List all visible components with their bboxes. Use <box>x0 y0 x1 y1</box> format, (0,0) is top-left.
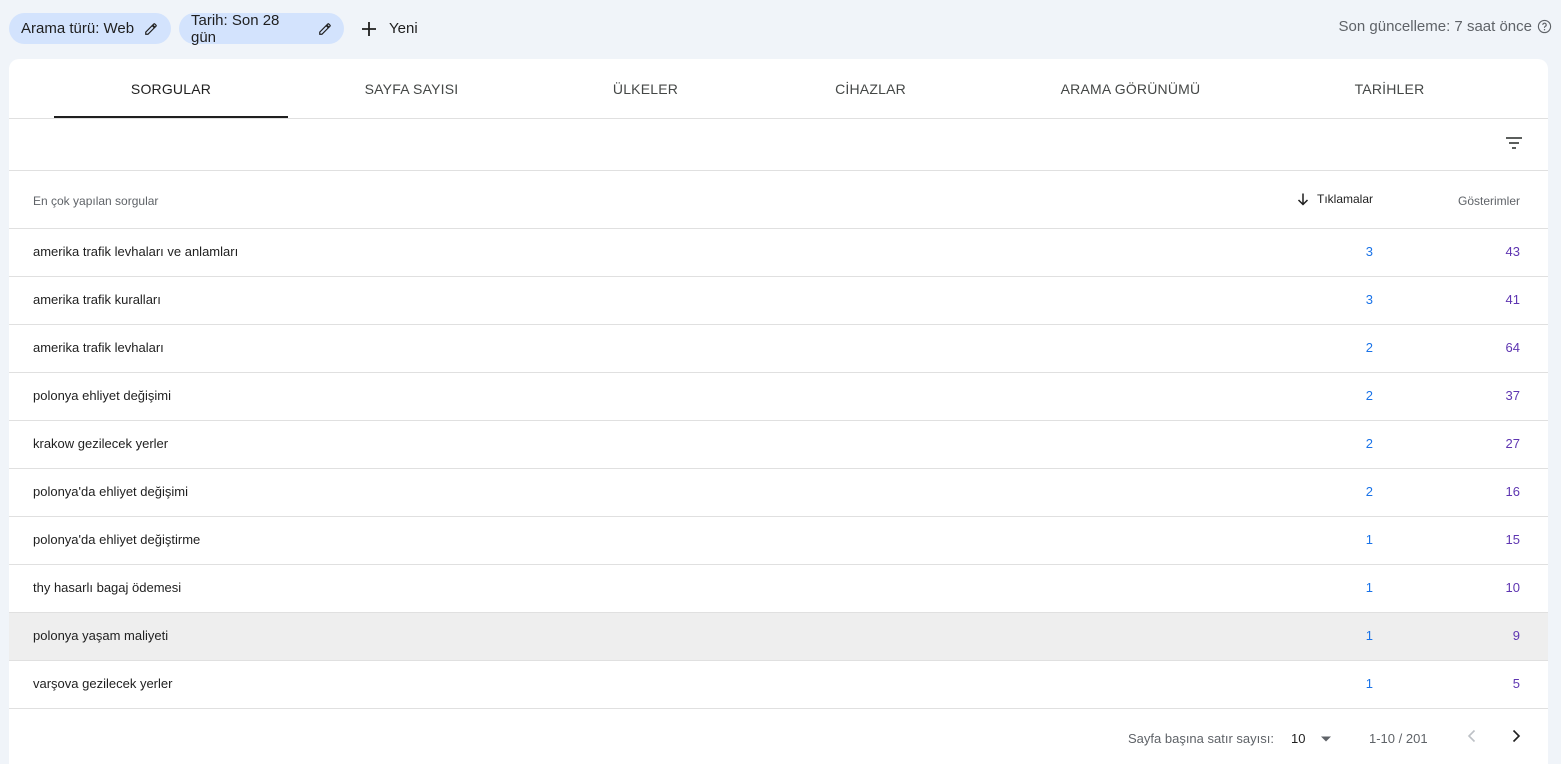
tab-queries[interactable]: SORGULAR <box>54 59 288 118</box>
impressions-cell: 16 <box>1505 484 1520 499</box>
filter-bar: Arama türü: Web Tarih: Son 28 gün Yeni S… <box>0 0 1561 56</box>
column-header-clicks[interactable]: Tıklamalar <box>1296 192 1373 206</box>
new-filter-label: Yeni <box>389 20 418 37</box>
pagination: Sayfa başına satır sayısı: 10 1-10 / 201 <box>9 709 1548 764</box>
tab-dates[interactable]: TARİHLER <box>1273 59 1506 118</box>
clicks-cell: 2 <box>1365 484 1373 499</box>
clicks-cell: 2 <box>1365 388 1373 403</box>
clicks-cell: 2 <box>1365 436 1373 451</box>
table-row-hovered[interactable]: polonya yaşam maliyeti 1 9 <box>9 613 1548 661</box>
query-cell: polonya'da ehliyet değişimi <box>33 484 188 499</box>
query-table-body: amerika trafik levhaları ve anlamları 3 … <box>9 229 1548 709</box>
impressions-cell: 15 <box>1505 532 1520 547</box>
chevron-right-icon[interactable] <box>1508 728 1524 744</box>
table-header: En çok yapılan sorgular Tıklamalar Göste… <box>9 171 1548 229</box>
column-header-query: En çok yapılan sorgular <box>33 194 159 208</box>
table-row[interactable]: polonya ehliyet değişimi 2 37 <box>9 373 1548 421</box>
impressions-cell: 37 <box>1505 388 1520 403</box>
filter-icon[interactable] <box>1504 133 1524 153</box>
query-cell: amerika trafik levhaları ve anlamları <box>33 244 239 259</box>
last-updated-text: Son güncelleme: 7 saat önce <box>1338 18 1532 35</box>
query-cell: amerika trafik kuralları <box>33 292 161 307</box>
impressions-cell: 5 <box>1512 676 1520 691</box>
rows-per-page-select[interactable]: 10 <box>1291 731 1305 746</box>
clicks-cell: 1 <box>1365 580 1373 595</box>
impressions-cell: 41 <box>1505 292 1520 307</box>
table-row[interactable]: amerika trafik kuralları 3 41 <box>9 277 1548 325</box>
tab-pages[interactable]: SAYFA SAYISI <box>295 59 528 118</box>
column-header-impressions[interactable]: Gösterimler <box>1458 194 1520 208</box>
impressions-cell: 27 <box>1505 436 1520 451</box>
table-row[interactable]: amerika trafik levhaları ve anlamları 3 … <box>9 229 1548 277</box>
query-cell: polonya'da ehliyet değiştirme <box>33 532 201 547</box>
table-row[interactable]: thy hasarlı bagaj ödemesi 1 10 <box>9 565 1548 613</box>
page-range: 1-10 / 201 <box>1369 731 1428 746</box>
table-toolbar <box>9 119 1548 171</box>
impressions-cell: 10 <box>1505 580 1520 595</box>
impressions-cell: 43 <box>1505 244 1520 259</box>
tab-search-appearance[interactable]: ARAMA GÖRÜNÜMÜ <box>1014 59 1247 118</box>
plus-icon <box>360 20 378 38</box>
table-row[interactable]: polonya'da ehliyet değişimi 2 16 <box>9 469 1548 517</box>
clicks-cell: 3 <box>1365 244 1373 259</box>
clicks-cell: 2 <box>1365 340 1373 355</box>
query-cell: amerika trafik levhaları <box>33 340 164 355</box>
clicks-cell: 3 <box>1365 292 1373 307</box>
tab-countries[interactable]: ÜLKELER <box>529 59 762 118</box>
caret-down-icon[interactable] <box>1320 735 1332 743</box>
arrow-down-icon <box>1296 192 1310 206</box>
dimension-tabs: SORGULAR SAYFA SAYISI ÜLKELER CİHAZLAR A… <box>9 59 1548 119</box>
table-row[interactable]: amerika trafik levhaları 2 64 <box>9 325 1548 373</box>
pencil-icon <box>318 22 332 36</box>
impressions-cell: 9 <box>1512 628 1520 643</box>
tab-devices[interactable]: CİHAZLAR <box>754 59 987 118</box>
search-type-label: Arama türü: Web <box>21 20 135 37</box>
clicks-cell: 1 <box>1365 532 1373 547</box>
search-type-chip[interactable]: Arama türü: Web <box>9 13 171 44</box>
column-header-clicks-label: Tıklamalar <box>1316 192 1373 206</box>
performance-card: SORGULAR SAYFA SAYISI ÜLKELER CİHAZLAR A… <box>9 59 1548 764</box>
query-cell: polonya ehliyet değişimi <box>33 388 172 403</box>
clicks-cell: 1 <box>1365 628 1373 643</box>
new-filter-button[interactable]: Yeni <box>360 13 418 44</box>
last-updated: Son güncelleme: 7 saat önce <box>1339 18 1552 35</box>
query-cell: polonya yaşam maliyeti <box>33 628 169 643</box>
query-cell: krakow gezilecek yerler <box>33 436 169 451</box>
query-cell: varşova gezilecek yerler <box>33 676 173 691</box>
help-icon[interactable] <box>1537 19 1552 34</box>
table-row[interactable]: varşova gezilecek yerler 1 5 <box>9 661 1548 709</box>
table-row[interactable]: polonya'da ehliyet değiştirme 1 15 <box>9 517 1548 565</box>
clicks-cell: 1 <box>1365 676 1373 691</box>
date-chip[interactable]: Tarih: Son 28 gün <box>179 11 344 46</box>
query-cell: thy hasarlı bagaj ödemesi <box>33 580 182 595</box>
chevron-left-icon[interactable] <box>1464 728 1480 744</box>
rows-per-page-label: Sayfa başına satır sayısı: <box>1128 731 1274 746</box>
impressions-cell: 64 <box>1505 340 1520 355</box>
date-label: Tarih: Son 28 gün <box>191 11 280 46</box>
pencil-icon <box>144 22 158 36</box>
table-row[interactable]: krakow gezilecek yerler 2 27 <box>9 421 1548 469</box>
